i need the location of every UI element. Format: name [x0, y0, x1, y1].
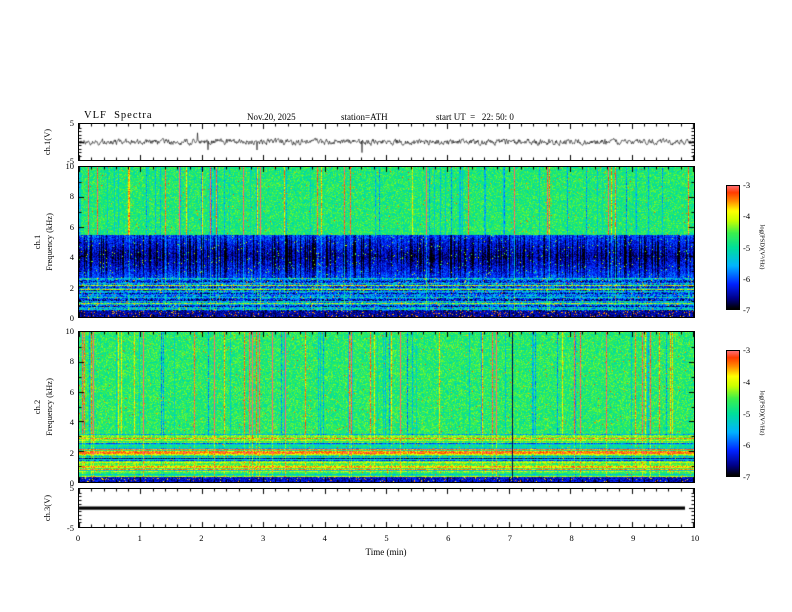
colorbar-ch1-canvas [727, 186, 739, 309]
vlf-spectra-figure: VLF Spectra Nov.20, 2025 station=ATH sta… [0, 0, 792, 612]
y-tick-label-ch.2: 4 [69, 417, 74, 428]
colorbar-ch2-canvas [727, 351, 739, 476]
colorbar-tick-label: -3 [743, 345, 751, 355]
start-ut-label: start UT = 22: 50: 0 [436, 112, 514, 122]
colorbar-tick-label: -4 [743, 211, 751, 222]
y-tick-label-ch.2: 2 [69, 447, 74, 458]
x-tick-label: 6 [446, 533, 451, 543]
colorbar-tick-label: -6 [743, 440, 751, 451]
colorbar-ch1 [726, 185, 740, 310]
figure-title: VLF Spectra [84, 110, 153, 121]
ch1-voltage-axis-label: ch.1(V) [42, 128, 52, 156]
colorbar-tick-label: -7 [743, 305, 751, 315]
ch3-waveform-canvas [79, 489, 694, 527]
y-tick-label-ch.2: 8 [69, 356, 74, 367]
y-tick-label-ch.1: 8 [69, 191, 74, 202]
ch1-spectrogram-canvas [79, 167, 694, 317]
panel-ch1-spectrogram [78, 166, 695, 318]
ch1-channel-axis-label: ch.1 [32, 234, 42, 250]
y-tick-label-ch.1: 0 [69, 313, 74, 323]
x-tick-label: 1 [137, 533, 142, 543]
colorbar-tick-label: -3 [743, 180, 751, 190]
time-axis-label: Time (min) [365, 547, 407, 557]
x-tick-label: 10 [690, 533, 700, 543]
x-tick-label: 7 [507, 533, 513, 543]
y-tick-label-ch.1: 4 [69, 252, 74, 263]
ch3-voltage-axis-label: ch.3(V) [42, 494, 52, 522]
colorbar-tick-label: -4 [743, 376, 751, 387]
colorbar-tick-label: -7 [743, 472, 751, 482]
y-tick-label-ch.2: 10 [65, 326, 75, 336]
ch2-channel-axis-label: ch.2 [32, 399, 42, 415]
x-tick-label: 2 [199, 533, 204, 543]
panel-ch1-waveform [78, 123, 695, 161]
x-tick-label: 8 [569, 533, 574, 543]
date-label: Nov.20, 2025 [247, 112, 296, 122]
y-tick-label-ch.1: 2 [69, 282, 74, 293]
y-tick-label-ch.1: 5 [69, 118, 74, 128]
colorbar-tick-label: -6 [743, 273, 751, 284]
x-tick-label: 9 [631, 533, 636, 543]
ch2-spectrogram-canvas [79, 332, 694, 482]
y-tick-label-ch.1: 10 [65, 161, 75, 171]
y-tick-label-ch.2: 0 [69, 478, 74, 488]
x-tick-label: 5 [384, 533, 389, 543]
colorbar-tick-label: -5 [743, 242, 751, 253]
panel-ch3-waveform [78, 488, 695, 528]
x-tick-label: 4 [322, 533, 327, 543]
colorbar-ch2-unit-label: log(PSD)(V²/Hz) [758, 390, 766, 436]
colorbar-ch1-unit-label: log(PSD)(V²/Hz) [758, 224, 766, 270]
x-tick-label: 3 [260, 533, 266, 543]
ch1-waveform-canvas [79, 124, 694, 160]
y-tick-label-ch.1: 6 [69, 221, 74, 232]
colorbar-tick-label: -5 [743, 408, 751, 419]
y-tick-label-ch.3: -5 [66, 523, 74, 533]
x-tick-label: 0 [75, 533, 81, 543]
panel-ch2-spectrogram [78, 331, 695, 483]
station-label: station=ATH [341, 112, 388, 122]
colorbar-ch2 [726, 350, 740, 477]
y-tick-label-ch.2: 6 [69, 386, 74, 397]
